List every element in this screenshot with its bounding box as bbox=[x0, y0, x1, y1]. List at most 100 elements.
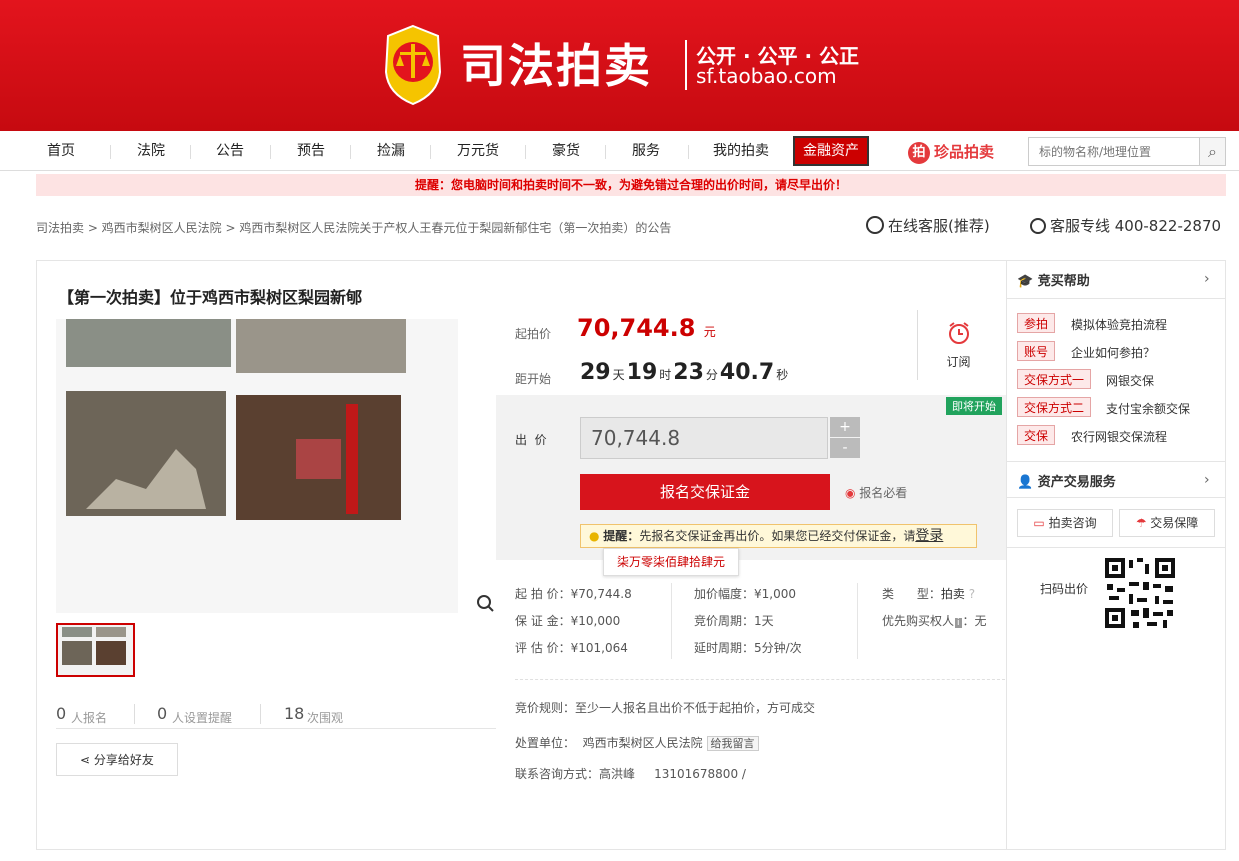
bid-input[interactable]: 70,744.8 bbox=[580, 417, 828, 459]
decrease-bid-button[interactable]: - bbox=[830, 438, 860, 458]
help-title: 竞买帮助 bbox=[1037, 274, 1090, 289]
lot-title: 【第一次拍卖】位于鸡西市梨树区梨园新郇 bbox=[58, 288, 363, 307]
zhenpin-logo-icon: 拍 bbox=[908, 141, 930, 164]
help-link-alipay[interactable]: 支付宝余额交保 bbox=[1106, 400, 1190, 417]
detail-delay: 延时周期：5分钟/次 bbox=[694, 641, 802, 655]
detail-start-price: 起 拍 价：¥70,744.8 bbox=[515, 587, 632, 601]
nav-item-luxury[interactable]: 豪货 bbox=[545, 131, 587, 171]
nav-item-finance[interactable]: 金融资产 bbox=[793, 136, 869, 166]
help-tag-deposit-2[interactable]: 交保方式二 bbox=[1017, 397, 1092, 417]
countdown-secs-unit: 秒 bbox=[776, 368, 789, 382]
lightbulb-icon: ● bbox=[589, 529, 604, 543]
asset-title: 资产交易服务 bbox=[1037, 475, 1116, 490]
countdown-secs: 40.7 bbox=[719, 360, 775, 385]
disposal-unit-label: 处置单位： bbox=[515, 736, 576, 750]
stats-underline bbox=[56, 728, 496, 729]
countdown-days: 29 bbox=[580, 360, 611, 385]
enroll-count: 0 bbox=[56, 704, 67, 723]
countdown-days-unit: 天 bbox=[612, 368, 625, 382]
nav-divider bbox=[350, 145, 351, 159]
zhenpin-label: 珍品拍卖 bbox=[934, 143, 995, 161]
detail-priority: 优先购买权人 i ：无 bbox=[882, 612, 987, 629]
online-service-link[interactable]: 在线客服(推荐) bbox=[866, 215, 990, 236]
detail-estimate: 评 估 价：¥101,064 bbox=[515, 641, 628, 655]
deposit-tip: ● 提醒：先报名交保证金再出价。如果您已经交付保证金，请登录 bbox=[580, 524, 977, 548]
chevron-right-icon[interactable]: › bbox=[1204, 271, 1210, 287]
help-icon[interactable]: ? bbox=[969, 587, 975, 601]
alarm-clock-icon bbox=[948, 322, 969, 344]
qr-label: 扫码出价 bbox=[1040, 582, 1089, 596]
detail-type: 类 型：拍卖 ? bbox=[882, 585, 975, 602]
nav-item-court[interactable]: 法院 bbox=[130, 131, 172, 171]
chevron-right-icon[interactable]: › bbox=[1204, 472, 1210, 488]
umbrella-icon: ☂ bbox=[1135, 516, 1151, 530]
detail-cycle: 竞价周期：1天 bbox=[694, 614, 774, 628]
nav-item-10k-goods[interactable]: 万元货 bbox=[450, 131, 506, 171]
detail-priority-label: 优先购买权人 bbox=[882, 614, 955, 628]
nav-item-bargain[interactable]: 捡漏 bbox=[370, 131, 412, 171]
increase-bid-button[interactable]: + bbox=[830, 417, 860, 437]
graduation-cap-icon: 🎓 bbox=[1017, 274, 1038, 289]
service-hotline: 客服专线 400-822-2870 bbox=[1030, 215, 1221, 236]
enroll-deposit-button[interactable]: 报名交保证金 bbox=[580, 474, 830, 510]
tip-text: 先报名交保证金再出价。如果您已经交付保证金，请 bbox=[639, 529, 916, 543]
view-label: 次围观 bbox=[307, 711, 344, 725]
search-button[interactable]: ⌕ bbox=[1199, 137, 1226, 166]
lot-photo[interactable] bbox=[56, 319, 496, 613]
detail-type-value: 拍卖 bbox=[940, 587, 965, 601]
asset-section-title[interactable]: 👤 资产交易服务 bbox=[1017, 471, 1116, 490]
nav-item-preview[interactable]: 预告 bbox=[290, 131, 332, 171]
disposal-unit: 处置单位： 鸡西市梨树区人民法院 给我留言 bbox=[515, 734, 759, 751]
countdown-hours-unit: 时 bbox=[659, 368, 672, 382]
asset-divider bbox=[1007, 497, 1225, 498]
nav-item-service[interactable]: 服务 bbox=[625, 131, 667, 171]
search-input[interactable] bbox=[1028, 137, 1200, 166]
help-link-enterprise[interactable]: 企业如何参拍？ bbox=[1071, 344, 1155, 361]
status-badge: 即将开始 bbox=[946, 397, 1002, 415]
coins-icon: ◉ bbox=[845, 486, 860, 500]
nav-divider bbox=[525, 145, 526, 159]
countdown-mins-unit: 分 bbox=[705, 368, 718, 382]
enroll-notice-link[interactable]: ◉ 报名必看 bbox=[845, 484, 907, 501]
help-section-title[interactable]: 🎓 竞买帮助 bbox=[1017, 270, 1090, 289]
qr-code-icon[interactable] bbox=[1103, 556, 1177, 630]
disposal-unit-value: 鸡西市梨树区人民法院 bbox=[582, 736, 703, 750]
time-mismatch-notice: 提醒：您电脑时间和拍卖时间不一致，为避免错过合理的出价时间，请尽早出价！ bbox=[36, 174, 1226, 196]
breadcrumb[interactable]: 司法拍卖 > 鸡西市梨树区人民法院 > 鸡西市梨树区人民法院关于产权人王春元位于… bbox=[36, 219, 671, 236]
nav-item-my-auction[interactable]: 我的拍卖 bbox=[705, 131, 777, 171]
enroll-notice-label: 报名必看 bbox=[859, 486, 908, 500]
logo-divider bbox=[685, 40, 687, 90]
share-button[interactable]: ⋖ 分享给好友 bbox=[56, 743, 178, 776]
leave-message-button[interactable]: 给我留言 bbox=[706, 736, 759, 751]
share-icon: ⋖ bbox=[80, 753, 94, 767]
bid-rule: 竞价规则：至少一人报名且出价不低于起拍价，方可成交 bbox=[515, 701, 816, 715]
user-icon: 👤 bbox=[1017, 475, 1038, 490]
help-link-abc[interactable]: 农行网银交保流程 bbox=[1071, 428, 1167, 445]
details-divider bbox=[857, 583, 858, 659]
help-link-ebank[interactable]: 网银交保 bbox=[1106, 372, 1154, 389]
thumbnail-image bbox=[58, 625, 133, 675]
site-title[interactable]: 司法拍卖 bbox=[460, 30, 652, 96]
trade-guarantee-button[interactable]: ☂ 交易保障 bbox=[1119, 509, 1215, 537]
detail-deposit: 保 证 金：¥10,000 bbox=[515, 614, 621, 628]
detail-priority-value: ：无 bbox=[962, 614, 987, 628]
login-link[interactable]: 登录 bbox=[915, 528, 943, 544]
enroll-label: 人报名 bbox=[71, 711, 108, 725]
nav-item-home[interactable]: 首页 bbox=[40, 131, 82, 171]
help-tag-account[interactable]: 账号 bbox=[1017, 341, 1056, 361]
nav-divider bbox=[605, 145, 606, 159]
info-icon[interactable]: i bbox=[955, 618, 962, 628]
nav-divider bbox=[270, 145, 271, 159]
site-domain: sf.taobao.com bbox=[696, 64, 837, 88]
auction-consult-button[interactable]: ▭ 拍卖咨询 bbox=[1017, 509, 1113, 537]
help-tag-deposit[interactable]: 交保 bbox=[1017, 425, 1056, 445]
help-link-simulate[interactable]: 模拟体验竞拍流程 bbox=[1071, 316, 1167, 333]
subscribe-button[interactable]: 订阅 bbox=[917, 310, 999, 380]
nav-item-zhenpin[interactable]: 拍珍品拍卖 bbox=[908, 140, 994, 164]
help-tag-bid[interactable]: 参拍 bbox=[1017, 313, 1056, 333]
price-in-words-tooltip: 柒万零柒佰肆拾肆元 bbox=[603, 548, 739, 576]
help-tag-deposit-1[interactable]: 交保方式一 bbox=[1017, 369, 1092, 389]
nav-item-announcement[interactable]: 公告 bbox=[209, 131, 251, 171]
photo-thumbnail[interactable] bbox=[56, 623, 135, 677]
countdown: 29 天19 时23 分40.7 秒 bbox=[580, 360, 790, 385]
